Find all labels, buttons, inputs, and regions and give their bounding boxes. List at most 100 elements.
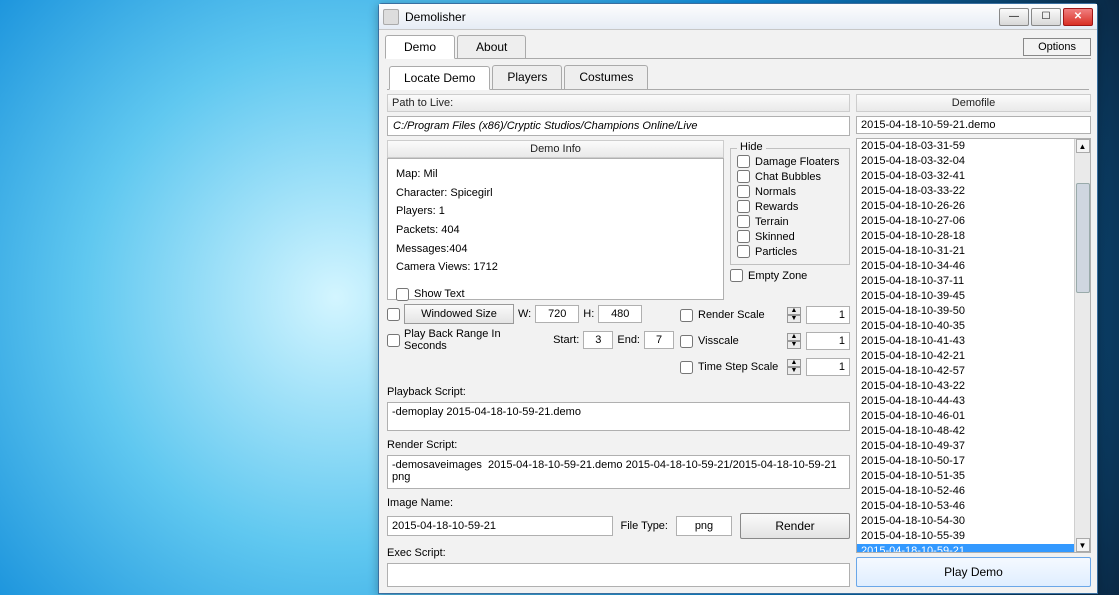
selected-demofile[interactable]: 2015-04-18-10-59-21.demo	[856, 116, 1091, 134]
demofile-item[interactable]: 2015-04-18-10-51-35	[857, 469, 1074, 484]
demofile-item[interactable]: 2015-04-18-10-46-01	[857, 409, 1074, 424]
demofile-item[interactable]: 2015-04-18-10-28-18	[857, 229, 1074, 244]
scroll-thumb[interactable]	[1076, 183, 1090, 293]
demofile-item[interactable]: 2015-04-18-03-32-41	[857, 169, 1074, 184]
demo-info-box: Map: Mil Character: Spicegirl Players: 1…	[387, 158, 724, 300]
app-icon	[383, 9, 399, 25]
tab-locate-demo[interactable]: Locate Demo	[389, 66, 490, 90]
exec-script-label: Exec Script:	[387, 547, 850, 559]
titlebar[interactable]: Demolisher — ☐ ✕	[379, 4, 1097, 30]
tab-demo[interactable]: Demo	[385, 35, 455, 59]
maximize-button[interactable]: ☐	[1031, 8, 1061, 26]
playback-script-label: Playback Script:	[387, 386, 850, 398]
hide-terrain[interactable]: Terrain	[737, 215, 843, 228]
demofile-item[interactable]: 2015-04-18-03-32-04	[857, 154, 1074, 169]
hide-damage-floaters[interactable]: Damage Floaters	[737, 155, 843, 168]
image-name-label: Image Name:	[387, 497, 850, 509]
demofile-scrollbar[interactable]: ▲ ▼	[1074, 139, 1090, 552]
render-scale-input[interactable]	[806, 306, 850, 324]
playback-script-input[interactable]	[387, 402, 850, 431]
playback-range-checkbox[interactable]	[387, 334, 400, 347]
end-label: End:	[617, 334, 640, 346]
empty-zone-checkbox[interactable]: Empty Zone	[730, 269, 850, 282]
windowed-size-button[interactable]: Windowed Size	[404, 304, 514, 324]
timestep-spinner[interactable]: ▲▼	[787, 359, 801, 375]
demofile-item[interactable]: 2015-04-18-03-31-59	[857, 139, 1074, 154]
scroll-down-icon[interactable]: ▼	[1076, 538, 1090, 552]
demofile-item[interactable]: 2015-04-18-10-55-39	[857, 529, 1074, 544]
render-scale-spinner[interactable]: ▲▼	[787, 307, 801, 323]
hide-skinned[interactable]: Skinned	[737, 230, 843, 243]
start-label: Start:	[553, 334, 579, 346]
demofile-item[interactable]: 2015-04-18-10-31-21	[857, 244, 1074, 259]
hide-chat-bubbles[interactable]: Chat Bubbles	[737, 170, 843, 183]
timestep-input[interactable]	[806, 358, 850, 376]
options-button[interactable]: Options	[1023, 38, 1091, 56]
demofile-item[interactable]: 2015-04-18-10-49-37	[857, 439, 1074, 454]
render-scale-checkbox[interactable]	[680, 309, 693, 322]
demofile-item[interactable]: 2015-04-18-03-33-22	[857, 184, 1074, 199]
height-input[interactable]	[598, 305, 642, 323]
demofile-item[interactable]: 2015-04-18-10-26-26	[857, 199, 1074, 214]
filetype-input[interactable]	[676, 516, 732, 536]
info-messages: Messages:404	[396, 240, 715, 259]
playback-range-label: Play Back Range In Seconds	[404, 328, 542, 352]
render-scale-label: Render Scale	[698, 309, 782, 321]
scroll-up-icon[interactable]: ▲	[1076, 139, 1090, 153]
demofile-item[interactable]: 2015-04-18-10-34-46	[857, 259, 1074, 274]
demofile-item[interactable]: 2015-04-18-10-41-43	[857, 334, 1074, 349]
play-demo-button[interactable]: Play Demo	[856, 557, 1091, 587]
demo-info-header: Demo Info	[387, 140, 724, 158]
path-input[interactable]	[387, 116, 850, 136]
filetype-label: File Type:	[621, 520, 669, 532]
start-input[interactable]	[583, 331, 613, 349]
tab-about[interactable]: About	[457, 35, 526, 58]
demofile-item[interactable]: 2015-04-18-10-40-35	[857, 319, 1074, 334]
end-input[interactable]	[644, 331, 674, 349]
demofile-item[interactable]: 2015-04-18-10-27-06	[857, 214, 1074, 229]
demofile-item[interactable]: 2015-04-18-10-54-30	[857, 514, 1074, 529]
demofile-list[interactable]: 2015-04-18-03-31-592015-04-18-03-32-0420…	[857, 139, 1074, 552]
demofile-item[interactable]: 2015-04-18-10-37-11	[857, 274, 1074, 289]
visscale-spinner[interactable]: ▲▼	[787, 333, 801, 349]
windowed-checkbox[interactable]	[387, 308, 400, 321]
demofile-item[interactable]: 2015-04-18-10-39-50	[857, 304, 1074, 319]
top-tabs: Demo About Options	[379, 30, 1097, 58]
demofile-item[interactable]: 2015-04-18-10-53-46	[857, 499, 1074, 514]
app-window: Demolisher — ☐ ✕ Demo About Options Loca…	[378, 3, 1098, 594]
minimize-button[interactable]: —	[999, 8, 1029, 26]
visscale-checkbox[interactable]	[680, 335, 693, 348]
demofile-item[interactable]: 2015-04-18-10-39-45	[857, 289, 1074, 304]
timestep-label: Time Step Scale	[698, 361, 782, 373]
demofile-item[interactable]: 2015-04-18-10-43-22	[857, 379, 1074, 394]
demofile-header: Demofile	[856, 94, 1091, 112]
render-button[interactable]: Render	[740, 513, 850, 539]
demofile-item[interactable]: 2015-04-18-10-50-17	[857, 454, 1074, 469]
tab-costumes[interactable]: Costumes	[564, 65, 648, 89]
demofile-item[interactable]: 2015-04-18-10-52-46	[857, 484, 1074, 499]
path-label: Path to Live:	[387, 94, 850, 112]
tab-players[interactable]: Players	[492, 65, 562, 89]
demofile-item[interactable]: 2015-04-18-10-42-57	[857, 364, 1074, 379]
hide-rewards[interactable]: Rewards	[737, 200, 843, 213]
timestep-checkbox[interactable]	[680, 361, 693, 374]
close-button[interactable]: ✕	[1063, 8, 1093, 26]
demofile-item[interactable]: 2015-04-18-10-42-21	[857, 349, 1074, 364]
image-name-input[interactable]	[387, 516, 613, 536]
hide-group: Hide Damage Floaters Chat Bubbles Normal…	[730, 148, 850, 265]
visscale-input[interactable]	[806, 332, 850, 350]
exec-script-input[interactable]	[387, 563, 850, 587]
demofile-item[interactable]: 2015-04-18-10-48-42	[857, 424, 1074, 439]
demofile-item[interactable]: 2015-04-18-10-44-43	[857, 394, 1074, 409]
hide-particles[interactable]: Particles	[737, 245, 843, 258]
demofile-listbox: 2015-04-18-03-31-592015-04-18-03-32-0420…	[856, 138, 1091, 553]
demofile-item[interactable]: 2015-04-18-10-59-21	[857, 544, 1074, 552]
info-packets: Packets: 404	[396, 221, 715, 240]
hide-normals[interactable]: Normals	[737, 185, 843, 198]
show-text-checkbox[interactable]: Show Text	[396, 285, 715, 304]
w-label: W:	[518, 308, 531, 320]
hide-legend: Hide	[737, 141, 766, 153]
info-players: Players: 1	[396, 202, 715, 221]
render-script-input[interactable]	[387, 455, 850, 489]
width-input[interactable]	[535, 305, 579, 323]
